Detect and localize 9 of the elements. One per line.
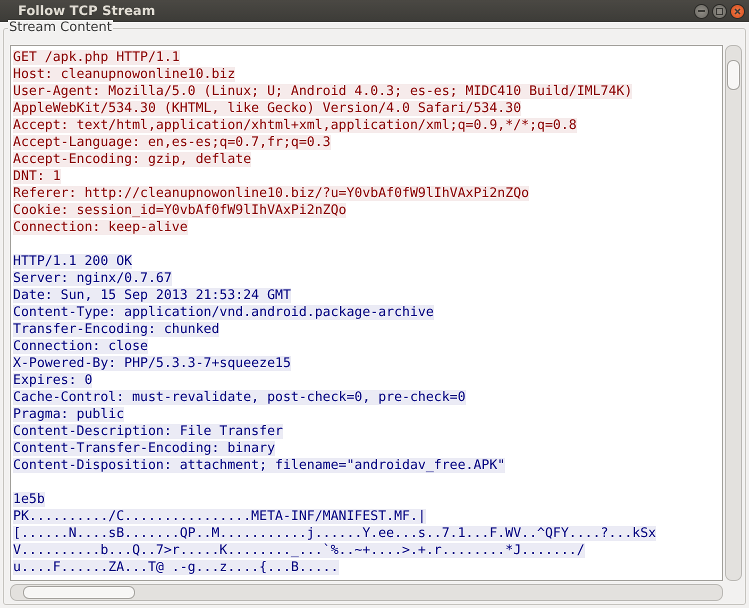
- minimize-icon: [698, 10, 705, 12]
- close-icon: [734, 8, 741, 14]
- window-title: Follow TCP Stream: [18, 4, 156, 18]
- vertical-scrollbar[interactable]: [725, 45, 742, 581]
- horizontal-scrollbar[interactable]: [10, 584, 723, 601]
- minimize-button[interactable]: [694, 4, 709, 18]
- maximize-icon: [716, 8, 723, 14]
- close-button[interactable]: [730, 4, 745, 18]
- maximize-button[interactable]: [712, 4, 727, 18]
